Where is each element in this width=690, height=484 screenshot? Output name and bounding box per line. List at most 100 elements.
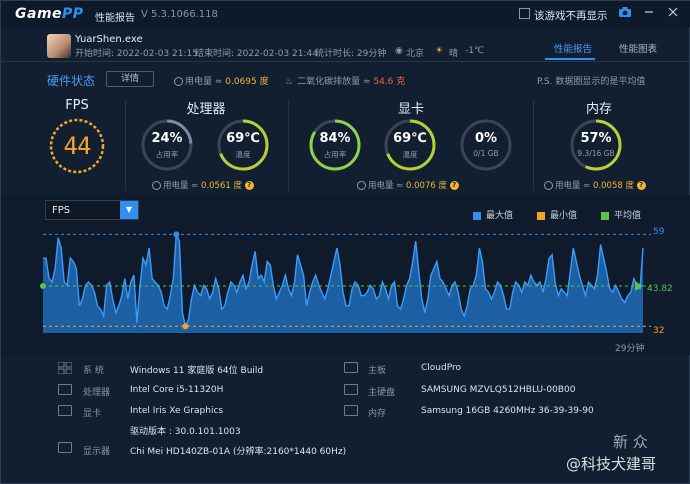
- active-tab-indicator: [545, 58, 595, 60]
- co2-emission: ♨ 二氧化碳排放量 ≈ 54.6 克: [285, 77, 406, 87]
- separator-3: [533, 101, 534, 191]
- end-time: 结束时间: 2022-02-03 21:44: [195, 49, 318, 59]
- gamepp-logo: GamePP: [15, 6, 84, 22]
- cpu-temp-gauge: 69℃ 温度: [215, 117, 271, 173]
- hardware-status-title: 硬件状态: [47, 74, 96, 88]
- windows-icon: [57, 361, 73, 375]
- camera-icon[interactable]: [617, 6, 633, 22]
- gpu-usage-label: 占用率: [323, 150, 347, 159]
- cpu-usage-label: 占用率: [155, 150, 179, 159]
- cpu-temp-label: 温度: [235, 150, 251, 159]
- process-name: YuarShen.exe: [75, 34, 143, 45]
- detail-button[interactable]: 详情: [106, 71, 154, 87]
- co2-icon: ♨: [285, 77, 294, 87]
- sun-icon: ☀: [435, 46, 444, 56]
- window-title: 性能报告: [95, 13, 135, 24]
- board-value: CloudPro: [421, 363, 461, 373]
- plug-icon: [152, 181, 161, 190]
- dont-show-label[interactable]: 该游戏不再显示: [534, 8, 608, 23]
- plug-icon: [357, 181, 366, 190]
- location: 北京: [406, 49, 425, 59]
- fps-average-value: 44: [63, 132, 92, 160]
- legend-min-swatch: [537, 211, 545, 220]
- cpu-temp-value: 69℃: [226, 131, 260, 146]
- gpu-section-title: 显卡: [397, 102, 424, 117]
- dont-show-checkbox[interactable]: [519, 8, 530, 19]
- fps-gauge: 44: [48, 117, 106, 175]
- mem-section-title: 内存: [585, 102, 612, 117]
- cpu-label: 处理器: [83, 388, 111, 398]
- close-icon[interactable]: [665, 6, 681, 22]
- legend-max-swatch: [473, 211, 481, 220]
- gpu-power: 用电量 ≈ 0.0076 度 ?: [357, 179, 459, 191]
- gpu-memory-label: 0/1 GB: [473, 149, 499, 158]
- title-bar: GamePP 性能报告 V 5.3.1066.118 该游戏不再显示: [1, 1, 690, 27]
- plug-icon: [544, 181, 553, 190]
- fps-section-title: FPS: [65, 98, 89, 113]
- gpu-value: Intel Iris Xe Graphics: [130, 406, 224, 416]
- separator-1: [125, 101, 126, 191]
- gpu-icon: [58, 405, 72, 416]
- gpu-label: 显卡: [83, 409, 102, 419]
- gpu-usage-value: 84%: [319, 131, 351, 146]
- location-icon: ◉: [395, 46, 403, 56]
- gpu-temp-gauge: 69℃ 温度: [382, 117, 438, 173]
- temperature: -1℃: [465, 46, 485, 56]
- ram-value: Samsung 16GB 4260MHz 36-39-39-90: [421, 406, 594, 416]
- gamepp-window: GamePP 性能报告 V 5.3.1066.118 该游戏不再显示 YuarS…: [0, 0, 690, 484]
- cpu-icon: [58, 384, 72, 395]
- metric-select-value: FPS: [52, 205, 71, 216]
- x-axis-label: 29分钟: [615, 344, 645, 354]
- weather: 晴: [449, 49, 459, 59]
- cpu-value: Intel Core i5-11320H: [130, 385, 224, 395]
- disk-value: SAMSUNG MZVLQ512HBLU-00B00: [421, 385, 576, 395]
- avg-start-point: [40, 283, 46, 290]
- total-power: 用电量 ≈ 0.0695 度: [174, 74, 269, 87]
- gpu-usage-gauge: 84% 占用率: [307, 117, 363, 173]
- watermark-user: @科技犬建哥: [566, 455, 657, 473]
- chevron-down-icon[interactable]: ▼: [120, 201, 138, 219]
- mem-usage-value: 57%: [580, 131, 612, 146]
- min-point: [182, 323, 189, 330]
- cpu-usage-gauge: 24% 占用率: [139, 117, 195, 173]
- max-value-label: 59: [653, 227, 665, 237]
- gpu-temp-label: 温度: [402, 150, 418, 159]
- help-icon[interactable]: ?: [636, 181, 646, 190]
- tab-performance-chart[interactable]: 性能图表: [619, 41, 657, 55]
- legend-min: 最小值: [537, 208, 577, 221]
- disk-label: 主硬盘: [368, 388, 396, 398]
- mem-usage-gauge: 57% 9.3/16 GB: [568, 117, 624, 173]
- motherboard-icon: [344, 362, 358, 373]
- start-time: 开始时间: 2022-02-03 21:15: [75, 49, 198, 59]
- cpu-power: 用电量 ≈ 0.0561 度 ?: [152, 179, 254, 191]
- gpu-temp-value: 69℃: [393, 131, 427, 146]
- game-avatar: [47, 34, 71, 58]
- separator-2: [288, 101, 289, 191]
- legend-max: 最大值: [473, 208, 513, 221]
- os-value: Windows 11 家庭版 64位 Build: [130, 366, 264, 376]
- minimize-icon[interactable]: [641, 6, 657, 22]
- legend-avg: 平均值: [601, 208, 641, 221]
- disk-icon: [344, 384, 358, 395]
- fps-chart: [40, 229, 651, 333]
- plug-icon: [174, 77, 183, 86]
- help-icon[interactable]: ?: [449, 181, 459, 190]
- board-label: 主板: [368, 366, 387, 376]
- header-divider: [1, 61, 690, 62]
- ram-icon: [344, 405, 358, 416]
- version-label: V 5.3.1066.118: [141, 9, 218, 20]
- cpu-usage-value: 24%: [151, 131, 183, 146]
- min-value-label: 32: [653, 326, 665, 336]
- ps-note: P.S. 数据圈显示的是平均值: [537, 77, 646, 87]
- avg-value-label: 43.82: [647, 284, 673, 294]
- metric-select[interactable]: FPS ▼: [45, 200, 139, 220]
- help-icon[interactable]: ?: [244, 181, 254, 190]
- gpu-memory-value: 0%: [474, 131, 498, 146]
- legend-avg-swatch: [601, 211, 609, 220]
- duration: 统计时长: 29分钟: [315, 49, 387, 59]
- display-value: Chi Mei HD140ZB-01A (分辨率:2160*1440 60Hz): [130, 447, 347, 457]
- tab-performance-report[interactable]: 性能报告: [554, 41, 592, 55]
- display-label: 显示器: [83, 447, 111, 457]
- watermark-site: 新 众: [613, 433, 648, 451]
- cpu-section-title: 处理器: [186, 102, 226, 117]
